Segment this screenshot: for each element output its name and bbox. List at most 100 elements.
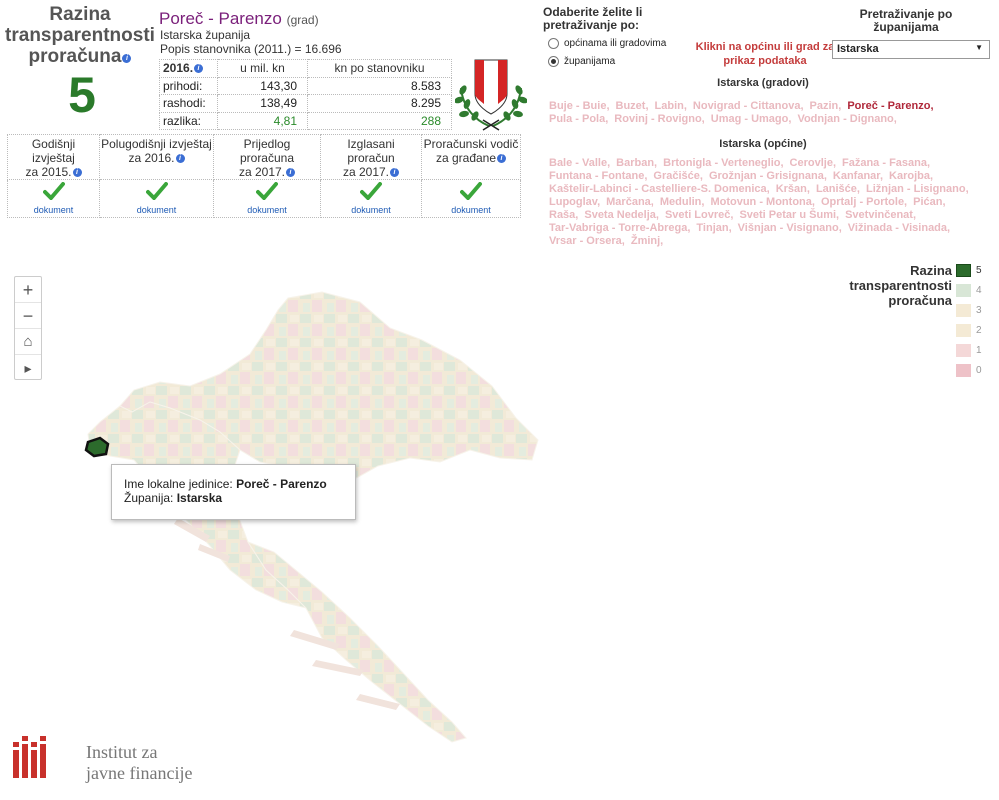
municipality-link[interactable]: Vižinada - Visinada,	[848, 222, 950, 234]
municipality-link[interactable]: Grožnjan - Grisignana,	[709, 170, 827, 182]
municipality-link[interactable]: Vrsar - Orsera,	[549, 235, 625, 247]
legend-swatch	[956, 344, 971, 357]
legend-item: 4	[956, 284, 996, 297]
document-link[interactable]: dokument	[9, 203, 98, 217]
municipality-link[interactable]: Ližnjan - Lisignano,	[866, 183, 969, 195]
finance-table: 2016. i u mil. kn kn po stanovniku prihod…	[159, 59, 452, 130]
info-icon[interactable]: i	[122, 54, 132, 63]
legend-label: 5	[976, 265, 982, 276]
document-link[interactable]: dokument	[423, 203, 519, 217]
municipality-link[interactable]: Lanišće,	[816, 183, 860, 195]
radio-circle[interactable]	[548, 56, 559, 67]
finance-row-label: prihodi:	[159, 76, 218, 95]
info-icon[interactable]: i	[175, 154, 185, 163]
municipality-link[interactable]: Oprtalj - Portole,	[821, 196, 907, 208]
city-link[interactable]: Rovinj - Rovigno,	[614, 113, 704, 125]
finance-row: razlika: 4,81 288	[159, 111, 452, 130]
city-link-selected[interactable]: Poreč - Parenzo,	[847, 100, 933, 112]
documents-table: Godišnji izvještaj za 2015. i Polugodišnji…	[7, 134, 521, 218]
doc-label-line2: za 2015.	[25, 165, 72, 179]
radio-circle[interactable]	[548, 38, 559, 49]
home-button[interactable]: ⌂	[15, 329, 41, 355]
city-link[interactable]: Buzet,	[616, 100, 649, 112]
municipality-link[interactable]: Bale - Valle,	[549, 157, 610, 169]
municipality-link[interactable]: Višnjan - Visignano,	[738, 222, 842, 234]
municipality-link[interactable]: Brtonigla - Verteneglio,	[663, 157, 783, 169]
doc-cell: dokument	[99, 179, 214, 218]
document-link[interactable]: dokument	[101, 203, 212, 217]
city-link[interactable]: Vodnjan - Dignano,	[797, 113, 896, 125]
info-icon[interactable]: i	[497, 154, 507, 163]
doc-label-line1: Polugodišnji izvještaj	[101, 137, 212, 151]
radio-label: općinama ili gradovima	[564, 38, 667, 49]
city-link[interactable]: Novigrad - Cittanova,	[693, 100, 804, 112]
finance-row-mil: 4,81	[217, 111, 308, 130]
legend-item: 3	[956, 304, 996, 317]
info-icon[interactable]: i	[72, 168, 82, 177]
municipality-link[interactable]: Funtana - Fontane,	[549, 170, 647, 182]
croatia-map[interactable]	[60, 290, 550, 760]
radio-label: županijama	[564, 56, 616, 67]
doc-cell: dokument	[7, 179, 100, 218]
selected-municipality[interactable]	[84, 436, 110, 458]
municipality-link[interactable]: Lupoglav,	[549, 196, 600, 208]
municipality-link[interactable]: Fažana - Fasana,	[842, 157, 930, 169]
info-icon[interactable]: i	[390, 168, 400, 177]
doc-label-line2: za građane	[435, 151, 497, 165]
county-select-value: Istarska	[837, 43, 879, 55]
municipality-link[interactable]: Svetvinčenat,	[845, 209, 916, 221]
municipality-link[interactable]: Žminj,	[631, 235, 663, 247]
municipality-link[interactable]: Cerovlje,	[790, 157, 836, 169]
municipality-link[interactable]: Barban,	[616, 157, 657, 169]
municipality-link[interactable]: Pićan,	[913, 196, 945, 208]
finance-row-mil: 138,49	[217, 94, 308, 113]
municipality-link[interactable]: Sveti Petar u Šumi,	[739, 209, 839, 221]
legend-label: 2	[976, 325, 982, 336]
zoom-in-button[interactable]: +	[15, 277, 41, 303]
municipality-link[interactable]: Kaštelir-Labinci - Castelliere-S. Domeni…	[549, 183, 770, 195]
city-link[interactable]: Umag - Umago,	[711, 113, 792, 125]
municipality-link[interactable]: Sveta Nedelja,	[584, 209, 659, 221]
legend-label: 1	[976, 345, 982, 356]
city-link[interactable]: Pazin,	[810, 100, 842, 112]
municipality-link[interactable]: Kanfanar,	[833, 170, 883, 182]
municipality-link[interactable]: Raša,	[549, 209, 578, 221]
legend-label: 3	[976, 305, 982, 316]
municipality-link[interactable]: Karojba,	[889, 170, 933, 182]
legend-swatch	[956, 284, 971, 297]
city-link[interactable]: Labin,	[655, 100, 687, 112]
tooltip-county-row: Županija: Istarska	[124, 491, 355, 505]
info-icon[interactable]: i	[194, 64, 204, 74]
unit-name: Poreč - Parenzo	[159, 9, 282, 28]
tooltip-name-row: Ime lokalne jedinice: Poreč - Parenzo	[124, 477, 355, 491]
shield-icon	[474, 59, 508, 115]
municipality-link[interactable]: Gračišće,	[653, 170, 703, 182]
city-link[interactable]: Buje - Buie,	[549, 100, 610, 112]
municipality-link[interactable]: Medulin,	[660, 196, 705, 208]
document-link[interactable]: dokument	[215, 203, 319, 217]
municipality-link[interactable]: Motovun - Montona,	[710, 196, 814, 208]
municipality-link[interactable]: Sveti Lovreč,	[665, 209, 733, 221]
zoom-out-button[interactable]: −	[15, 303, 41, 329]
documents-label-row: Godišnji izvještaj za 2015. i Polugodišnji…	[7, 134, 521, 180]
legend-label: 4	[976, 285, 982, 296]
doc-label: Izglasani proračun za 2017. i	[320, 134, 422, 180]
county-select[interactable]: Istarska ▼	[832, 40, 990, 59]
finance-row-label: rashodi:	[159, 94, 218, 113]
doc-label-line1: Proračunski vodič	[423, 137, 519, 151]
play-button[interactable]: ▸	[15, 355, 41, 381]
municipality-link[interactable]: Tinjan,	[696, 222, 731, 234]
radio-counties[interactable]: županijama	[548, 56, 615, 67]
municipality-link[interactable]: Marčana,	[606, 196, 654, 208]
checkmark-icon	[460, 182, 482, 200]
municipality-link[interactable]: Tar-Vabriga - Torre-Abrega,	[549, 222, 690, 234]
croatia-region-dalmatia[interactable]	[246, 540, 467, 743]
legend-item: 1	[956, 344, 996, 357]
info-icon[interactable]: i	[286, 168, 296, 177]
document-link[interactable]: dokument	[322, 203, 420, 217]
institute-name: Institut za javne financije	[86, 742, 192, 784]
map-controls: + − ⌂ ▸	[14, 276, 42, 380]
city-link[interactable]: Pula - Pola,	[549, 113, 608, 125]
radio-municipalities[interactable]: općinama ili gradovima	[548, 38, 666, 49]
municipality-link[interactable]: Kršan,	[776, 183, 810, 195]
